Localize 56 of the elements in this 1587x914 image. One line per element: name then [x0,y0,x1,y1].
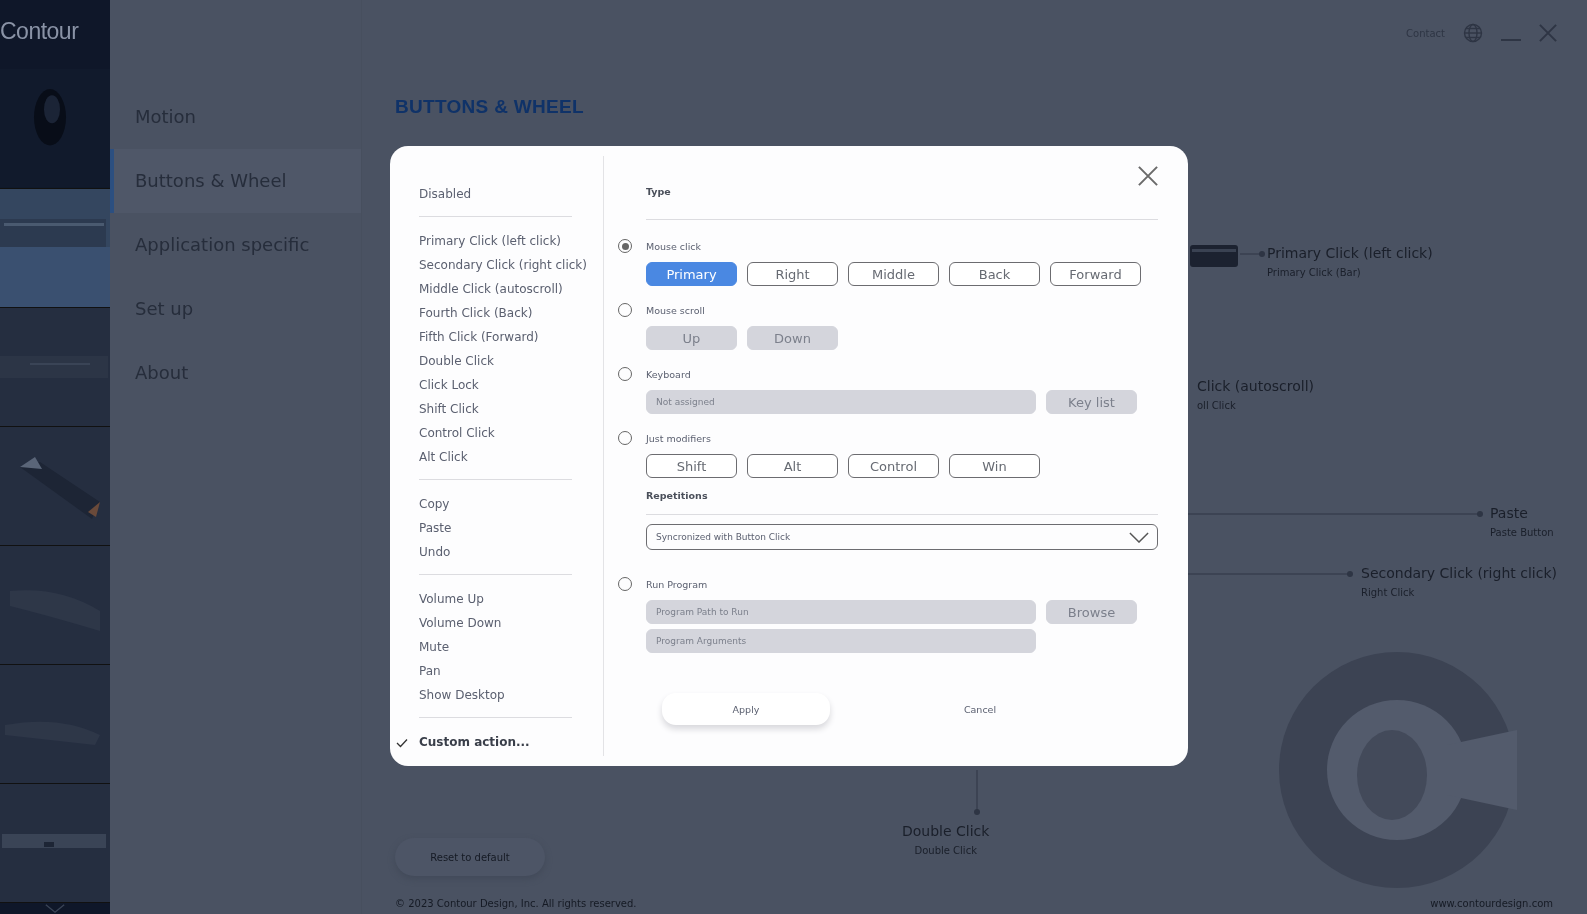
action-item[interactable]: Fourth Click (Back) [419,301,603,325]
action-item[interactable]: Middle Click (autoscroll) [419,277,603,301]
action-item[interactable]: Custom action... [419,730,603,754]
action-item[interactable]: Secondary Click (right click) [419,253,603,277]
copyright-text: © 2023 Contour Design, Inc. All rights reserved. [395,898,637,909]
action-item[interactable]: Control Click [419,421,603,445]
action-item[interactable]: Volume Up [419,587,603,611]
option-label: Just modifiers [646,432,711,444]
callout-label: Double Click [902,823,990,839]
cancel-button[interactable]: Cancel [930,693,1030,725]
callout-label: Paste [1490,505,1529,521]
choice-button[interactable]: Middle [848,262,939,286]
choice-button[interactable]: Right [747,262,838,286]
action-item[interactable]: Click Lock [419,373,603,397]
choice-button[interactable]: Control [848,454,939,478]
callout-label: Click (autoscroll) [1197,378,1315,394]
chevron-down-icon[interactable] [44,903,66,914]
action-item[interactable]: Copy [419,492,603,516]
choice-button[interactable]: Primary [646,262,737,286]
option-label: Mouse scroll [646,304,705,316]
leader-line [973,770,981,816]
apply-button[interactable]: Apply [662,693,830,725]
action-item[interactable]: Double Click [419,349,603,373]
choice-button[interactable]: Forward [1050,262,1141,286]
action-item[interactable]: Undo [419,540,603,564]
leader-line [1240,250,1266,258]
callout-label: Primary Click (left click) [1267,245,1433,261]
action-item[interactable]: Disabled [419,182,603,206]
choice-button[interactable]: Back [949,262,1040,286]
section-heading: Repetitions [646,490,709,501]
option-label: Keyboard [646,368,691,380]
callout-sublabel: Paste Button [1490,527,1554,538]
globe-icon[interactable] [1463,23,1483,43]
logo: Contour [0,18,79,45]
action-item[interactable]: Volume Down [419,611,603,635]
choice-button[interactable]: Win [949,454,1040,478]
device-part-drawing [1190,243,1240,269]
section-heading: Type [646,186,672,197]
option-label: Run Program [646,578,708,590]
action-item[interactable]: Mute [419,635,603,659]
close-icon[interactable] [1138,166,1158,186]
choice-button[interactable]: Alt [747,454,838,478]
action-item[interactable]: Primary Click (left click) [419,229,603,253]
action-item[interactable]: Shift Click [419,397,603,421]
option-label: Mouse click [646,240,702,252]
action-item[interactable]: Alt Click [419,445,603,469]
repetitions-dropdown[interactable]: Syncronized with Button Click [646,524,1158,550]
action-item[interactable]: Pan [419,659,603,683]
callout-label: Secondary Click (right click) [1361,565,1557,581]
action-item[interactable]: Fifth Click (Forward) [419,325,603,349]
action-item[interactable]: Show Desktop [419,683,603,707]
check-icon [396,738,408,748]
chevron-down-icon [1129,531,1149,543]
page-title: BUTTONS & WHEEL [395,96,585,118]
action-item[interactable]: Paste [419,516,603,540]
choice-button[interactable]: Shift [646,454,737,478]
